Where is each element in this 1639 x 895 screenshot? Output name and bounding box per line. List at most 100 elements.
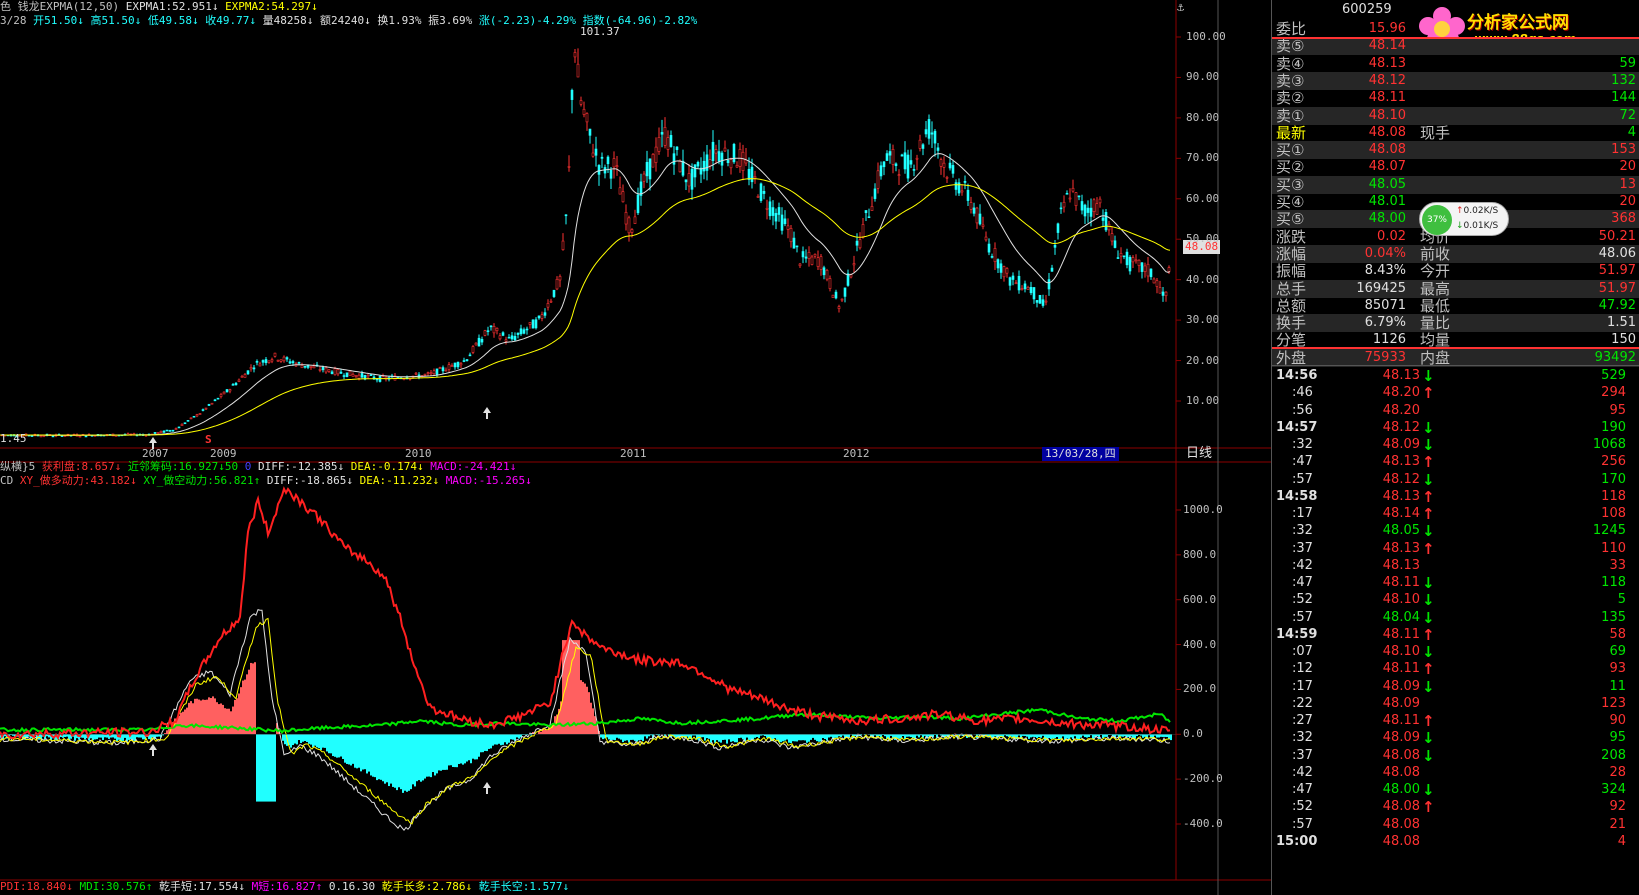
histogram-bar-positive bbox=[188, 702, 190, 735]
histogram-bar-negative bbox=[310, 734, 312, 745]
candle-body bbox=[207, 404, 211, 406]
tick-row[interactable]: :17 48.14 ↑ 108 bbox=[1272, 505, 1639, 523]
tick-row[interactable]: :56 48.20 95 bbox=[1272, 402, 1639, 420]
tick-row[interactable]: :07 48.10 ↓ 69 bbox=[1272, 643, 1639, 661]
histogram-bar-positive bbox=[186, 707, 188, 735]
tick-row[interactable]: :37 48.13 ↑ 110 bbox=[1272, 540, 1639, 558]
candle-body bbox=[492, 326, 496, 334]
histogram-bar-negative bbox=[1096, 734, 1098, 737]
quote-row: 卖④ 48.13 59 bbox=[1272, 55, 1639, 73]
histogram-bar-negative bbox=[404, 734, 406, 791]
tick-row[interactable]: :12 48.11 ↑ 93 bbox=[1272, 660, 1639, 678]
tick-volume: 90 bbox=[1609, 713, 1626, 728]
histogram-bar-negative bbox=[714, 734, 716, 743]
histogram-bar-negative bbox=[836, 734, 838, 738]
candle-body bbox=[897, 174, 901, 176]
candle-body bbox=[1011, 275, 1015, 280]
candle-body bbox=[708, 159, 712, 167]
histogram-bar-negative bbox=[380, 734, 382, 780]
candle-body bbox=[489, 325, 493, 328]
candle-body bbox=[1131, 257, 1135, 263]
histogram-bar-negative bbox=[492, 734, 494, 746]
long-long-value: 乾手长多:2.786 bbox=[381, 880, 466, 893]
histogram-bar-negative bbox=[334, 734, 336, 757]
histogram-bar-negative bbox=[274, 734, 276, 802]
volume-value: 量48258 bbox=[262, 14, 307, 27]
candle-body bbox=[618, 187, 622, 195]
histogram-bar-positive bbox=[224, 708, 226, 735]
histogram-bar-negative bbox=[428, 734, 430, 777]
quote-row-label: 卖② bbox=[1276, 89, 1305, 108]
histogram-bar-positive bbox=[180, 712, 182, 735]
tick-row[interactable]: 14:59 48.11 ↑ 58 bbox=[1272, 626, 1639, 644]
candle-body bbox=[456, 361, 460, 368]
indicator-y-tick: -200.0 bbox=[1183, 772, 1223, 786]
candle-body bbox=[1116, 257, 1120, 259]
chart-area[interactable]: 色 钱龙EXPMA(12,50) EXPMA1:52.951↓ EXPMA2:5… bbox=[0, 0, 1271, 895]
quote-row-value2: 20 bbox=[1619, 159, 1636, 175]
tick-row[interactable]: :47 48.11 ↓ 118 bbox=[1272, 574, 1639, 592]
candle-body bbox=[1017, 275, 1021, 291]
tick-row[interactable]: :17 48.09 ↓ 11 bbox=[1272, 678, 1639, 696]
candle-body bbox=[789, 228, 793, 243]
histogram-bar-negative bbox=[1054, 734, 1056, 739]
candle-body bbox=[222, 391, 226, 395]
histogram-bar-negative bbox=[138, 734, 140, 738]
histogram-bar-negative bbox=[918, 734, 920, 738]
tick-row[interactable]: :32 48.09 ↓ 1068 bbox=[1272, 436, 1639, 454]
histogram-bar-negative bbox=[908, 734, 910, 737]
candle-body bbox=[945, 176, 949, 179]
down-arrow-icon: ↓ bbox=[1422, 436, 1435, 454]
histogram-bar-negative bbox=[442, 734, 444, 770]
tick-time: 14:58 bbox=[1276, 488, 1318, 504]
period-label[interactable]: 日线 bbox=[1186, 447, 1212, 461]
tick-row[interactable]: 15:00 48.08 4 bbox=[1272, 833, 1639, 851]
tick-row[interactable]: 14:57 48.12 ↓ 190 bbox=[1272, 419, 1639, 437]
candle-body bbox=[969, 202, 973, 210]
candle-body bbox=[345, 372, 349, 378]
anchor-icon[interactable]: ⚓ bbox=[1177, 0, 1184, 14]
tick-row[interactable]: :46 48.20 ↑ 294 bbox=[1272, 384, 1639, 402]
histogram-bar-negative bbox=[296, 734, 298, 745]
histogram-bar-negative bbox=[122, 734, 124, 741]
tick-row[interactable]: :57 48.04 ↓ 135 bbox=[1272, 609, 1639, 627]
stock-terminal-window: 色 钱龙EXPMA(12,50) EXPMA1:52.951 ↓ EXPMA2:5… bbox=[0, 0, 1639, 895]
tick-row[interactable]: :52 48.08 ↑ 92 bbox=[1272, 798, 1639, 816]
tick-row[interactable]: :32 48.09 ↓ 95 bbox=[1272, 729, 1639, 747]
histogram-bar-negative bbox=[1062, 734, 1064, 737]
tick-row[interactable]: 14:58 48.13 ↑ 118 bbox=[1272, 488, 1639, 506]
candle-body bbox=[252, 367, 256, 370]
tick-row[interactable]: :47 48.00 ↓ 324 bbox=[1272, 781, 1639, 799]
candle-body bbox=[237, 379, 241, 382]
candle-body bbox=[693, 164, 697, 178]
tick-row[interactable]: :27 48.11 ↑ 90 bbox=[1272, 712, 1639, 730]
histogram-bar-negative bbox=[398, 734, 400, 788]
candle-body bbox=[1077, 195, 1081, 198]
speed-widget[interactable]: 37% ↑0.02K/S ↓0.01K/S bbox=[1419, 202, 1509, 236]
tick-row[interactable]: :37 48.08 ↓ 208 bbox=[1272, 747, 1639, 765]
tick-row[interactable]: :32 48.05 ↓ 1245 bbox=[1272, 522, 1639, 540]
tick-row[interactable]: :57 48.12 ↓ 170 bbox=[1272, 471, 1639, 489]
candle-body bbox=[444, 369, 448, 372]
candle-body bbox=[312, 365, 316, 369]
histogram-bar-negative bbox=[610, 734, 612, 741]
tick-volume: 5 bbox=[1617, 592, 1626, 608]
histogram-bar-positive bbox=[230, 711, 232, 735]
candle-body bbox=[51, 435, 55, 438]
tick-row[interactable]: :57 48.08 21 bbox=[1272, 816, 1639, 834]
histogram-bar-negative bbox=[794, 734, 796, 742]
tick-row[interactable]: :47 48.13 ↑ 256 bbox=[1272, 453, 1639, 471]
candle-body bbox=[357, 374, 361, 379]
histogram-bar-negative bbox=[476, 734, 478, 760]
tick-row[interactable]: :42 48.08 28 bbox=[1272, 764, 1639, 782]
tick-row[interactable]: :52 48.10 ↓ 5 bbox=[1272, 591, 1639, 609]
histogram-bar-negative bbox=[638, 734, 640, 741]
quote-row-value2: 153 bbox=[1611, 142, 1636, 158]
histogram-bar-negative bbox=[388, 734, 390, 787]
quote-row-value: 169425 bbox=[1356, 280, 1406, 296]
tick-row[interactable]: :22 48.09 123 bbox=[1272, 695, 1639, 713]
candle-body bbox=[474, 342, 478, 346]
tick-row[interactable]: 14:56 48.13 ↓ 529 bbox=[1272, 367, 1639, 385]
tick-row[interactable]: :42 48.13 33 bbox=[1272, 557, 1639, 575]
tick-price: 48.00 bbox=[1382, 782, 1420, 797]
